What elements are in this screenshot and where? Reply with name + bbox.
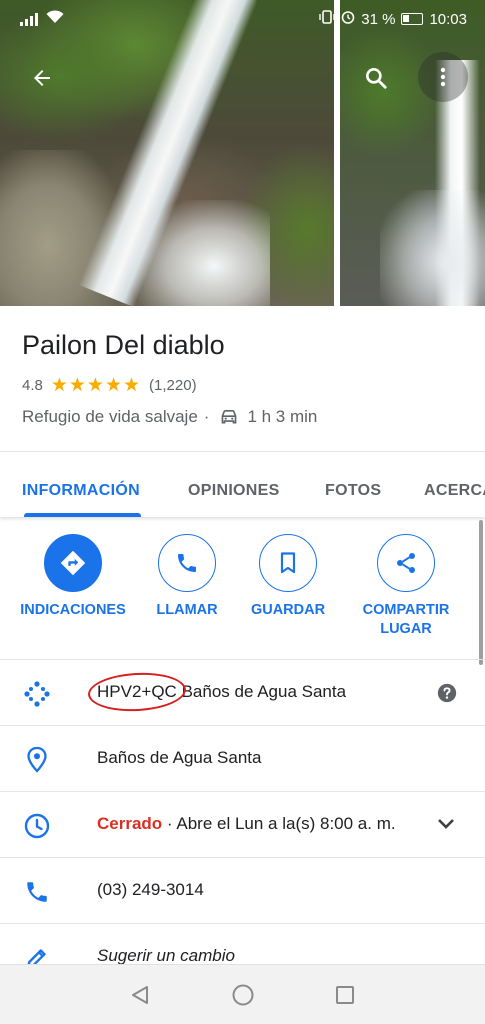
more-vert-icon <box>440 67 446 87</box>
plus-code-annotated: HPV2+QC <box>87 670 187 714</box>
help-icon[interactable] <box>436 682 458 709</box>
wifi-icon <box>46 10 64 28</box>
phone-icon <box>178 554 196 572</box>
place-photo-main[interactable] <box>0 0 334 306</box>
arrow-back-icon <box>34 70 50 86</box>
alarm-icon <box>341 10 355 28</box>
more-options-button[interactable] <box>418 52 468 102</box>
plus-code-icon <box>22 679 52 709</box>
hours-status: Cerrado <box>97 814 163 833</box>
rating-row[interactable]: 4.8 ★★★★★ (1,220) <box>22 374 197 397</box>
save-label: GUARDAR <box>250 602 326 618</box>
directions-label: INDICACIONES <box>20 602 126 618</box>
hours-text: Cerrado · Abre el Lun a la(s) 8:00 a. m. <box>97 814 396 834</box>
nav-back-icon[interactable] <box>128 983 152 1007</box>
back-button[interactable] <box>20 56 64 100</box>
annotation-ellipse <box>87 670 187 714</box>
subtitle-row: Refugio de vida salvaje · 1 h 3 min <box>22 407 317 427</box>
status-right: 31 % 10:03 <box>319 10 467 28</box>
place-title: Pailon Del diablo <box>22 330 225 360</box>
status-bar: 31 % 10:03 <box>0 0 485 40</box>
scrollbar-thumb[interactable] <box>479 520 483 665</box>
address-row[interactable]: Baños de Agua Santa <box>0 725 485 791</box>
action-buttons: INDICACIONES LLAMAR GUARDAR COMPARTIR LU… <box>0 517 485 659</box>
share-circle <box>377 534 435 592</box>
search-button[interactable] <box>354 56 398 100</box>
rating-stars-icon: ★★★★★ <box>50 375 142 396</box>
vibrate-icon <box>319 10 335 28</box>
tab-acerca[interactable]: ACERCA <box>424 482 485 500</box>
tab-informacion[interactable]: INFORMACIÓN <box>22 482 140 500</box>
directions-circle <box>44 534 102 592</box>
share-label: COMPARTIR LUGAR <box>362 602 450 637</box>
subtitle-separator: · <box>203 407 210 426</box>
nav-home-icon[interactable] <box>231 983 255 1007</box>
plus-code-text: HPV2+QC Baños de Agua Santa <box>87 670 347 714</box>
system-nav-bar <box>0 964 485 1024</box>
battery-percent: 31 % <box>361 10 396 28</box>
bookmark-icon <box>280 552 296 574</box>
tab-opiniones[interactable]: OPINIONES <box>188 482 280 500</box>
photo-header[interactable] <box>0 0 485 306</box>
hours-row[interactable]: Cerrado · Abre el Lun a la(s) 8:00 a. m. <box>0 791 485 857</box>
call-circle <box>158 534 216 592</box>
signal-icon <box>20 12 38 26</box>
clock: 10:03 <box>429 10 467 28</box>
hours-detail: · Abre el Lun a la(s) 8:00 a. m. <box>166 814 396 833</box>
car-icon <box>219 408 239 426</box>
phone-row[interactable]: (03) 249-3014 <box>0 857 485 923</box>
phone-text: (03) 249-3014 <box>97 880 204 899</box>
directions-button[interactable]: INDICACIONES <box>13 534 133 620</box>
search-icon <box>366 68 387 89</box>
clock-icon <box>22 811 52 841</box>
drive-time: 1 h 3 min <box>247 407 318 426</box>
review-count: (1,220) <box>149 377 197 394</box>
share-button[interactable]: COMPARTIR LUGAR <box>346 534 466 639</box>
plus-code-locality: Baños de Agua Santa <box>181 682 347 701</box>
battery-icon <box>401 13 424 25</box>
share-icon <box>397 553 415 573</box>
status-left <box>20 10 64 28</box>
tab-bar: INFORMACIÓN OPINIONES FOTOS ACERCA <box>0 451 485 517</box>
suggest-edit-text: Sugerir un cambio <box>97 946 235 965</box>
place-category: Refugio de vida salvaje <box>22 407 198 426</box>
plus-code-row[interactable]: HPV2+QC Baños de Agua Santa <box>0 659 485 725</box>
directions-icon <box>60 550 86 576</box>
chevron-down-icon[interactable] <box>436 816 456 837</box>
rating-value: 4.8 <box>22 377 43 394</box>
nav-recents-icon[interactable] <box>333 983 357 1007</box>
photo-spray <box>130 200 270 306</box>
save-button[interactable]: GUARDAR <box>228 534 348 620</box>
place-photo-secondary[interactable] <box>340 0 485 306</box>
save-circle <box>259 534 317 592</box>
location-pin-icon <box>22 745 52 775</box>
photo-mist <box>380 190 485 306</box>
tab-fotos[interactable]: FOTOS <box>325 482 381 500</box>
address-text: Baños de Agua Santa <box>97 748 262 767</box>
phone-row-icon <box>22 877 52 907</box>
